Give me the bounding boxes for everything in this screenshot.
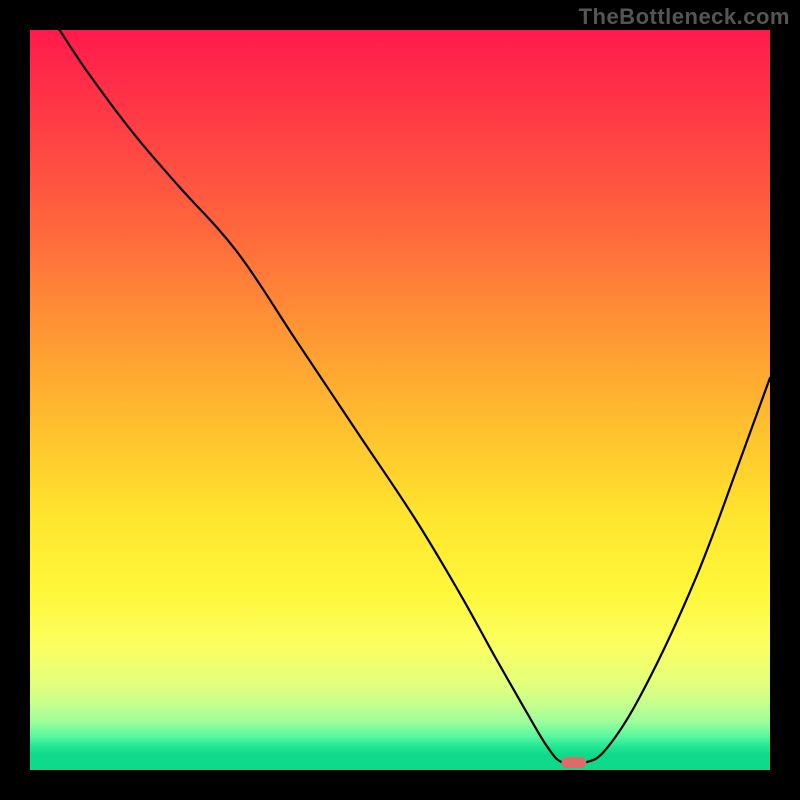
- chart-frame: TheBottleneck.com: [0, 0, 800, 800]
- curve-layer: [30, 30, 770, 770]
- watermark-text: TheBottleneck.com: [579, 4, 790, 30]
- plot-area: [30, 30, 770, 770]
- bottleneck-curve: [60, 30, 770, 765]
- optimum-marker: [562, 758, 586, 768]
